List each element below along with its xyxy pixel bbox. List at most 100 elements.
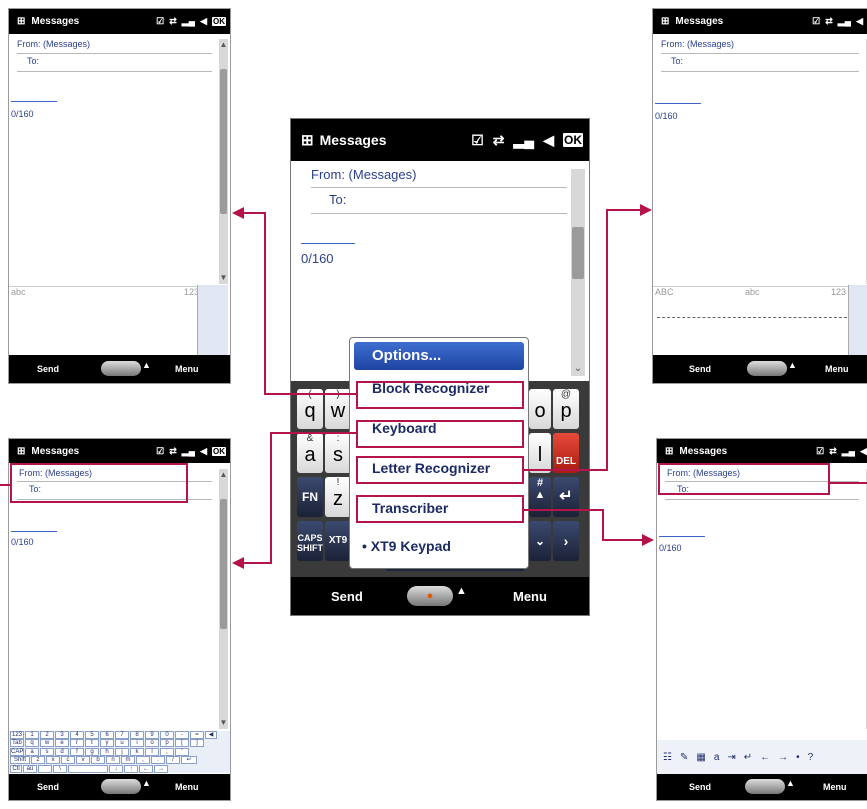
xt9-key[interactable]: XT9 (325, 521, 351, 561)
toolbar-icon[interactable]: a (714, 752, 720, 763)
keyboard-key[interactable]: k (130, 747, 144, 756)
caps-shift-key[interactable]: CAPS SHIFT (297, 521, 323, 561)
key-z[interactable]: ! z (325, 477, 351, 517)
recognizer-keys[interactable] (197, 285, 228, 355)
keyboard-key[interactable]: . (151, 756, 165, 765)
scroll-down-icon[interactable]: ⌄ (571, 364, 585, 374)
toolbar-icon[interactable]: ← (760, 752, 770, 763)
keyboard-key[interactable]: 6 (100, 731, 114, 739)
from-field[interactable]: From: (Messages) (311, 167, 416, 182)
scroll-down-icon[interactable]: ▼ (219, 274, 228, 282)
input-selector-arrow-icon[interactable]: ▲ (142, 778, 151, 788)
send-softkey[interactable]: Send (689, 364, 711, 374)
keyboard-key[interactable]: Tab (10, 739, 24, 748)
menu-softkey[interactable]: Menu (825, 364, 849, 374)
toolbar-icon[interactable]: ↵ (744, 752, 752, 763)
key-l[interactable]: l (529, 433, 551, 473)
keyboard-key[interactable]: ` (38, 764, 52, 773)
keyboard-key[interactable]: e (55, 739, 69, 748)
down-arrow-key[interactable]: ⌄ (529, 521, 551, 561)
keyboard-key[interactable]: n (106, 756, 120, 765)
keyboard-key[interactable]: Shift (10, 756, 30, 765)
send-softkey[interactable]: Send (37, 782, 59, 792)
keyboard-key[interactable]: 5 (85, 731, 99, 739)
keyboard-key[interactable]: q (25, 739, 39, 748)
keyboard-key[interactable]: z (31, 756, 45, 765)
key-a[interactable]: & a (297, 433, 323, 473)
scroll-up-icon[interactable]: ▲ (219, 471, 228, 479)
keyboard-key[interactable]: l (145, 747, 159, 756)
keyboard-key[interactable]: ] (190, 739, 204, 748)
toolbar-icon[interactable]: ✎ (680, 752, 688, 763)
keyboard-key[interactable]: w (40, 739, 54, 748)
keyboard-key[interactable]: 9 (145, 731, 159, 739)
keyboard-key[interactable]: 7 (115, 731, 129, 739)
keyboard-key[interactable]: d (55, 747, 69, 756)
keyboard-key[interactable]: y (100, 739, 114, 748)
scrollbar[interactable]: ▲ ▼ (219, 39, 228, 284)
key-s[interactable]: :s (325, 433, 351, 473)
menu-softkey[interactable]: Menu (513, 589, 547, 604)
keyboard-key[interactable]: CAP (10, 747, 24, 756)
keyboard-key[interactable]: i (130, 739, 144, 748)
from-field[interactable]: From: (Messages) (661, 39, 734, 49)
keyboard-key[interactable]: = (190, 731, 204, 739)
keyboard-key[interactable]: a (25, 747, 39, 756)
keyboard-key[interactable]: ← (139, 764, 153, 773)
input-selector-button[interactable] (101, 361, 141, 376)
keyboard-key[interactable]: j (115, 747, 129, 756)
input-selector-button[interactable] (101, 779, 141, 794)
keyboard-key[interactable]: p (160, 739, 174, 748)
input-selector-arrow-icon[interactable]: ▲ (786, 778, 795, 788)
ok-button[interactable]: OK (212, 17, 226, 26)
delete-key[interactable]: DEL (553, 433, 579, 473)
input-selector-button[interactable]: ● (407, 586, 453, 606)
keyboard-key[interactable]: g (85, 747, 99, 756)
toolbar-icon[interactable]: ☷ (663, 752, 672, 763)
keyboard-key[interactable] (68, 764, 108, 773)
scroll-up-icon[interactable]: ▲ (219, 41, 228, 49)
input-selector-arrow-icon[interactable]: ▲ (788, 360, 797, 370)
keyboard-key[interactable]: / (166, 756, 180, 765)
keyboard-key[interactable]: \ (53, 764, 67, 773)
keyboard-key[interactable]: Ctl (10, 764, 22, 773)
menu-softkey[interactable]: Menu (823, 782, 847, 792)
keyboard-key[interactable]: , (136, 756, 150, 765)
keyboard-key[interactable]: 8 (130, 731, 144, 739)
input-selector-arrow-icon[interactable]: ▲ (142, 360, 151, 370)
keyboard-key[interactable]: ↑ (124, 764, 138, 773)
send-softkey[interactable]: Send (37, 364, 59, 374)
enter-key[interactable]: ↵ (553, 477, 579, 517)
scrollbar[interactable]: ⌄ (571, 169, 585, 376)
from-field[interactable]: From: (Messages) (17, 39, 90, 49)
send-softkey[interactable]: Send (331, 589, 363, 604)
options-menu-item[interactable]: Options... (354, 342, 524, 370)
keyboard-key[interactable]: f (70, 747, 84, 756)
keyboard-key[interactable]: ↵ (181, 756, 197, 765)
to-field[interactable]: To: (329, 192, 346, 207)
keyboard-key[interactable]: 3 (55, 731, 69, 739)
send-softkey[interactable]: Send (689, 782, 711, 792)
toolbar-icon[interactable]: ▦ (696, 752, 705, 763)
key-hash[interactable]: # ▲ (529, 477, 551, 517)
keyboard-key[interactable]: o (145, 739, 159, 748)
xt9-keypad-menu-item[interactable]: • XT9 Keypad (362, 538, 451, 554)
keyboard-key[interactable]: 4 (70, 731, 84, 739)
key-q[interactable]: (q (297, 389, 323, 429)
input-selector-arrow-icon[interactable]: ▲ (456, 585, 467, 597)
keyboard-key[interactable]: [ (175, 739, 189, 748)
toolbar-icon[interactable]: ⇥ (727, 752, 735, 763)
key-p[interactable]: @ p (553, 389, 579, 429)
fn-key[interactable]: FN (297, 477, 323, 517)
to-field[interactable]: To: (27, 56, 39, 66)
keyboard-key[interactable]: b (91, 756, 105, 765)
right-arrow-key[interactable]: › (553, 521, 579, 561)
toolbar-icon[interactable]: → (778, 752, 788, 763)
keyboard-key[interactable]: u (115, 739, 129, 748)
keyboard-key[interactable]: - (175, 731, 189, 739)
keyboard-key[interactable]: r (70, 739, 84, 748)
toolbar-icon[interactable]: • (796, 752, 800, 763)
keyboard-key[interactable]: ' (175, 747, 189, 756)
scrollbar[interactable]: ▲ ▼ (219, 469, 228, 729)
keyboard-key[interactable]: t (85, 739, 99, 748)
